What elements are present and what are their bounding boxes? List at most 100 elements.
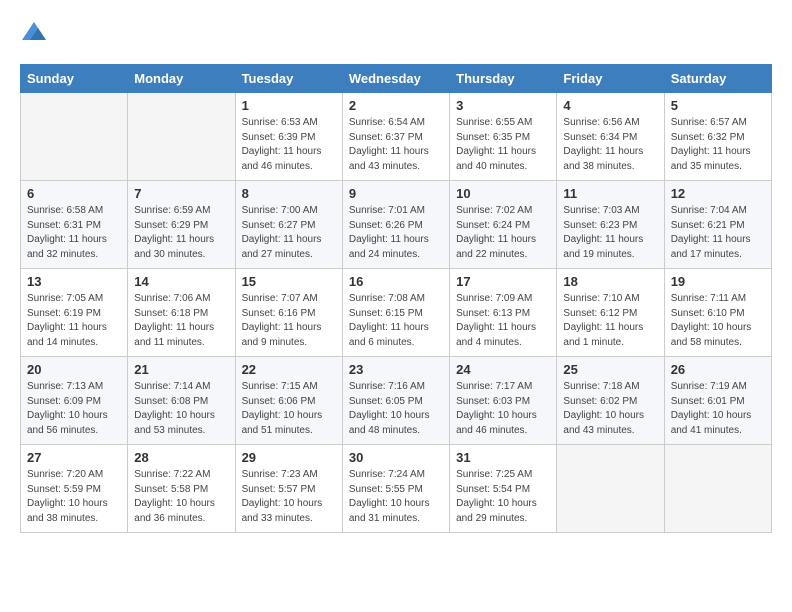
- calendar-cell: 26 Sunrise: 7:19 AM Sunset: 6:01 PM Dayli…: [664, 357, 771, 445]
- calendar-cell: 15 Sunrise: 7:07 AM Sunset: 6:16 PM Dayli…: [235, 269, 342, 357]
- week-row-5: 27 Sunrise: 7:20 AM Sunset: 5:59 PM Dayli…: [21, 445, 772, 533]
- calendar-cell: 30 Sunrise: 7:24 AM Sunset: 5:55 PM Dayli…: [342, 445, 449, 533]
- calendar-cell: 22 Sunrise: 7:15 AM Sunset: 6:06 PM Dayli…: [235, 357, 342, 445]
- calendar-cell: 14 Sunrise: 7:06 AM Sunset: 6:18 PM Dayli…: [128, 269, 235, 357]
- day-info: Sunrise: 7:25 AM Sunset: 5:54 PM Dayligh…: [456, 468, 550, 526]
- calendar-table: SundayMondayTuesdayWednesdayThursdayFrid…: [20, 64, 772, 533]
- week-row-2: 6 Sunrise: 6:58 AM Sunset: 6:31 PM Daylig…: [21, 181, 772, 269]
- calendar-cell: [664, 445, 771, 533]
- calendar-cell: 28 Sunrise: 7:22 AM Sunset: 5:58 PM Dayli…: [128, 445, 235, 533]
- day-number: 25: [563, 362, 657, 377]
- calendar-cell: 31 Sunrise: 7:25 AM Sunset: 5:54 PM Dayli…: [450, 445, 557, 533]
- day-info: Sunrise: 6:54 AM Sunset: 6:37 PM Dayligh…: [349, 116, 443, 174]
- column-header-monday: Monday: [128, 65, 235, 93]
- calendar-cell: 17Sunrise: 7:09 AM Sunset: 6:13 PM Dayli…: [450, 269, 557, 357]
- calendar-cell: 10Sunrise: 7:02 AM Sunset: 6:24 PM Dayli…: [450, 181, 557, 269]
- logo: [20, 20, 52, 48]
- day-info: Sunrise: 7:05 AM Sunset: 6:19 PM Dayligh…: [27, 292, 121, 350]
- day-info: Sunrise: 7:08 AM Sunset: 6:15 PM Dayligh…: [349, 292, 443, 350]
- day-info: Sunrise: 7:11 AM Sunset: 6:10 PM Dayligh…: [671, 292, 765, 350]
- day-number: 11: [563, 186, 657, 201]
- day-info: Sunrise: 7:22 AM Sunset: 5:58 PM Dayligh…: [134, 468, 228, 526]
- calendar-cell: 6 Sunrise: 6:58 AM Sunset: 6:31 PM Daylig…: [21, 181, 128, 269]
- day-number: 16: [349, 274, 443, 289]
- day-info: Sunrise: 7:04 AM Sunset: 6:21 PM Dayligh…: [671, 204, 765, 262]
- calendar-cell: 16 Sunrise: 7:08 AM Sunset: 6:15 PM Dayli…: [342, 269, 449, 357]
- calendar-cell: 5 Sunrise: 6:57 AM Sunset: 6:32 PM Daylig…: [664, 93, 771, 181]
- day-number: 28: [134, 450, 228, 465]
- calendar-cell: 7 Sunrise: 6:59 AM Sunset: 6:29 PM Daylig…: [128, 181, 235, 269]
- day-info: Sunrise: 7:24 AM Sunset: 5:55 PM Dayligh…: [349, 468, 443, 526]
- calendar-cell: [557, 445, 664, 533]
- day-number: 31: [456, 450, 550, 465]
- day-info: Sunrise: 7:15 AM Sunset: 6:06 PM Dayligh…: [242, 380, 336, 438]
- day-info: Sunrise: 7:23 AM Sunset: 5:57 PM Dayligh…: [242, 468, 336, 526]
- day-number: 8: [242, 186, 336, 201]
- day-number: 13: [27, 274, 121, 289]
- calendar-cell: 20 Sunrise: 7:13 AM Sunset: 6:09 PM Dayli…: [21, 357, 128, 445]
- calendar-cell: 29 Sunrise: 7:23 AM Sunset: 5:57 PM Dayli…: [235, 445, 342, 533]
- day-number: 7: [134, 186, 228, 201]
- day-info: Sunrise: 7:06 AM Sunset: 6:18 PM Dayligh…: [134, 292, 228, 350]
- week-row-4: 20 Sunrise: 7:13 AM Sunset: 6:09 PM Dayli…: [21, 357, 772, 445]
- day-info: Sunrise: 7:00 AM Sunset: 6:27 PM Dayligh…: [242, 204, 336, 262]
- day-info: Sunrise: 6:56 AM Sunset: 6:34 PM Dayligh…: [563, 116, 657, 174]
- day-info: Sunrise: 6:53 AM Sunset: 6:39 PM Dayligh…: [242, 116, 336, 174]
- day-number: 21: [134, 362, 228, 377]
- day-number: 14: [134, 274, 228, 289]
- column-header-wednesday: Wednesday: [342, 65, 449, 93]
- calendar-cell: 2Sunrise: 6:54 AM Sunset: 6:37 PM Daylig…: [342, 93, 449, 181]
- day-number: 30: [349, 450, 443, 465]
- column-header-sunday: Sunday: [21, 65, 128, 93]
- calendar-cell: 24 Sunrise: 7:17 AM Sunset: 6:03 PM Dayli…: [450, 357, 557, 445]
- calendar-cell: 18 Sunrise: 7:10 AM Sunset: 6:12 PM Dayli…: [557, 269, 664, 357]
- calendar-cell: 23Sunrise: 7:16 AM Sunset: 6:05 PM Dayli…: [342, 357, 449, 445]
- day-info: Sunrise: 7:07 AM Sunset: 6:16 PM Dayligh…: [242, 292, 336, 350]
- day-info: Sunrise: 7:19 AM Sunset: 6:01 PM Dayligh…: [671, 380, 765, 438]
- day-number: 29: [242, 450, 336, 465]
- day-number: 23: [349, 362, 443, 377]
- day-info: Sunrise: 6:58 AM Sunset: 6:31 PM Dayligh…: [27, 204, 121, 262]
- day-number: 22: [242, 362, 336, 377]
- calendar-cell: 11 Sunrise: 7:03 AM Sunset: 6:23 PM Dayli…: [557, 181, 664, 269]
- calendar-cell: [128, 93, 235, 181]
- day-number: 4: [563, 98, 657, 113]
- calendar-cell: [21, 93, 128, 181]
- day-info: Sunrise: 7:20 AM Sunset: 5:59 PM Dayligh…: [27, 468, 121, 526]
- day-info: Sunrise: 6:59 AM Sunset: 6:29 PM Dayligh…: [134, 204, 228, 262]
- day-number: 6: [27, 186, 121, 201]
- calendar-cell: 21 Sunrise: 7:14 AM Sunset: 6:08 PM Dayli…: [128, 357, 235, 445]
- calendar-cell: 4 Sunrise: 6:56 AM Sunset: 6:34 PM Daylig…: [557, 93, 664, 181]
- day-number: 5: [671, 98, 765, 113]
- day-number: 19: [671, 274, 765, 289]
- day-info: Sunrise: 7:13 AM Sunset: 6:09 PM Dayligh…: [27, 380, 121, 438]
- day-number: 12: [671, 186, 765, 201]
- day-info: Sunrise: 7:14 AM Sunset: 6:08 PM Dayligh…: [134, 380, 228, 438]
- calendar-cell: 3Sunrise: 6:55 AM Sunset: 6:35 PM Daylig…: [450, 93, 557, 181]
- day-info: Sunrise: 7:03 AM Sunset: 6:23 PM Dayligh…: [563, 204, 657, 262]
- calendar-cell: 12 Sunrise: 7:04 AM Sunset: 6:21 PM Dayli…: [664, 181, 771, 269]
- day-number: 10: [456, 186, 550, 201]
- day-info: Sunrise: 7:18 AM Sunset: 6:02 PM Dayligh…: [563, 380, 657, 438]
- day-number: 15: [242, 274, 336, 289]
- calendar-cell: 8 Sunrise: 7:00 AM Sunset: 6:27 PM Daylig…: [235, 181, 342, 269]
- day-number: 27: [27, 450, 121, 465]
- calendar-cell: 9Sunrise: 7:01 AM Sunset: 6:26 PM Daylig…: [342, 181, 449, 269]
- day-info: Sunrise: 7:09 AM Sunset: 6:13 PM Dayligh…: [456, 292, 550, 350]
- calendar-cell: 1 Sunrise: 6:53 AM Sunset: 6:39 PM Daylig…: [235, 93, 342, 181]
- day-number: 24: [456, 362, 550, 377]
- day-number: 18: [563, 274, 657, 289]
- calendar-cell: 19 Sunrise: 7:11 AM Sunset: 6:10 PM Dayli…: [664, 269, 771, 357]
- day-number: 20: [27, 362, 121, 377]
- day-info: Sunrise: 7:10 AM Sunset: 6:12 PM Dayligh…: [563, 292, 657, 350]
- column-header-tuesday: Tuesday: [235, 65, 342, 93]
- day-number: 26: [671, 362, 765, 377]
- calendar-cell: 13 Sunrise: 7:05 AM Sunset: 6:19 PM Dayli…: [21, 269, 128, 357]
- day-info: Sunrise: 7:17 AM Sunset: 6:03 PM Dayligh…: [456, 380, 550, 438]
- header-row: SundayMondayTuesdayWednesdayThursdayFrid…: [21, 65, 772, 93]
- day-number: 1: [242, 98, 336, 113]
- logo-icon: [20, 20, 48, 48]
- week-row-1: 1 Sunrise: 6:53 AM Sunset: 6:39 PM Daylig…: [21, 93, 772, 181]
- column-header-friday: Friday: [557, 65, 664, 93]
- day-info: Sunrise: 6:57 AM Sunset: 6:32 PM Dayligh…: [671, 116, 765, 174]
